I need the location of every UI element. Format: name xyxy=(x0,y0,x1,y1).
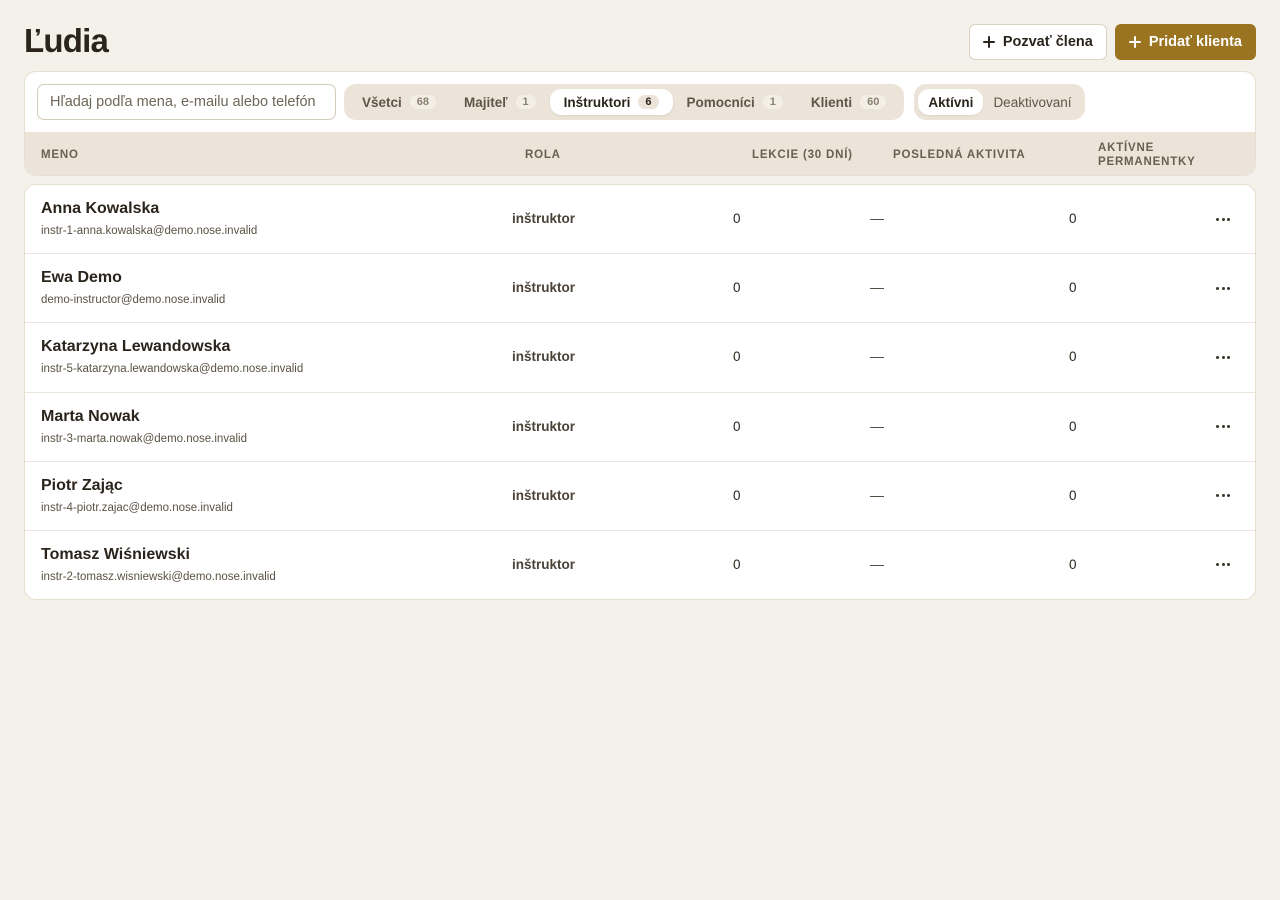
person-role: inštruktor xyxy=(512,280,576,296)
tab-instructors[interactable]: Inštruktori 6 xyxy=(549,89,673,115)
active-passes-count: 0 xyxy=(1069,280,1077,296)
search-input[interactable] xyxy=(37,84,336,120)
table-row[interactable]: Anna Kowalska instr-1-anna.kowalska@demo… xyxy=(25,185,1255,255)
column-header-role[interactable]: ROLA xyxy=(525,148,561,162)
tab-all[interactable]: Všetci 68 xyxy=(348,89,450,115)
header-actions: Pozvať člena Pridať klienta xyxy=(968,24,1256,60)
active-passes-count: 0 xyxy=(1069,556,1077,572)
plus-icon xyxy=(1128,36,1141,48)
person-role: inštruktor xyxy=(512,418,576,434)
filter-card: Všetci 68 Majiteľ 1 Inštruktori 6 Pomocn… xyxy=(24,71,1256,176)
tab-owner[interactable]: Majiteľ 1 xyxy=(450,89,550,115)
people-table: Anna Kowalska instr-1-anna.kowalska@demo… xyxy=(24,184,1256,600)
person-name[interactable]: Tomasz Wiśniewski xyxy=(41,546,190,564)
person-email: instr-4-piotr.zajac@demo.nose.invalid xyxy=(41,501,233,514)
person-email: instr-3-marta.nowak@demo.nose.invalid xyxy=(41,432,247,445)
person-role: inštruktor xyxy=(512,349,576,365)
tab-active[interactable]: Aktívni xyxy=(918,89,984,115)
person-email: instr-2-tomasz.wisniewski@demo.nose.inva… xyxy=(41,570,276,583)
tab-count-badge: 1 xyxy=(515,95,536,109)
more-horizontal-icon[interactable] xyxy=(1208,555,1238,575)
more-horizontal-icon[interactable] xyxy=(1208,347,1238,367)
column-header-active-passes[interactable]: AKTÍVNE PERMANENTKY xyxy=(1098,141,1196,169)
plus-icon xyxy=(982,36,995,48)
table-header: MENO ROLA LEKCIE (30 DNÍ) POSLEDNÁ AKTIV… xyxy=(25,132,1255,175)
status-tabs: Aktívni Deaktivovaní xyxy=(914,84,1086,120)
table-row[interactable]: Tomasz Wiśniewski instr-2-tomasz.wisniew… xyxy=(25,531,1255,599)
person-name[interactable]: Piotr Zając xyxy=(41,477,123,495)
more-horizontal-icon[interactable] xyxy=(1208,417,1238,437)
last-activity: — xyxy=(870,348,884,365)
more-horizontal-icon[interactable] xyxy=(1208,209,1238,229)
filter-row: Všetci 68 Majiteľ 1 Inštruktori 6 Pomocn… xyxy=(37,84,1086,120)
tab-deactivated[interactable]: Deaktivovaní xyxy=(983,89,1081,115)
last-activity: — xyxy=(870,486,884,503)
add-client-label: Pridať klienta xyxy=(1148,34,1242,50)
person-email: instr-5-katarzyna.lewandowska@demo.nose.… xyxy=(41,363,304,376)
last-activity: — xyxy=(870,210,884,226)
tab-count-badge: 68 xyxy=(409,95,437,109)
last-activity: — xyxy=(870,555,884,572)
person-role: inštruktor xyxy=(512,556,576,572)
tab-count-badge: 6 xyxy=(638,95,659,109)
more-horizontal-icon[interactable] xyxy=(1208,278,1238,298)
person-email: instr-1-anna.kowalska@demo.nose.invalid xyxy=(41,225,258,237)
lessons-count: 0 xyxy=(733,280,741,296)
tab-helpers[interactable]: Pomocníci 1 xyxy=(673,89,797,115)
last-activity: — xyxy=(870,417,884,434)
table-row[interactable]: Ewa Demo demo-instructor@demo.nose.inval… xyxy=(25,254,1255,324)
more-horizontal-icon[interactable] xyxy=(1208,486,1238,506)
invite-member-button[interactable]: Pozvať člena xyxy=(968,24,1107,60)
lessons-count: 0 xyxy=(733,556,741,572)
person-role: inštruktor xyxy=(512,487,576,503)
lessons-count: 0 xyxy=(733,418,741,434)
role-tabs: Všetci 68 Majiteľ 1 Inštruktori 6 Pomocn… xyxy=(344,84,905,120)
lessons-count: 0 xyxy=(733,349,741,365)
person-name[interactable]: Anna Kowalska xyxy=(41,200,159,218)
page-title: Ľudia xyxy=(24,22,109,59)
lessons-count: 0 xyxy=(733,211,741,226)
table-row[interactable]: Piotr Zając instr-4-piotr.zajac@demo.nos… xyxy=(25,462,1255,531)
active-passes-count: 0 xyxy=(1069,349,1077,365)
add-client-button[interactable]: Pridať klienta xyxy=(1114,24,1256,60)
tab-count-badge: 1 xyxy=(762,95,783,109)
table-row[interactable]: Marta Nowak instr-3-marta.nowak@demo.nos… xyxy=(25,393,1255,462)
lessons-count: 0 xyxy=(733,487,741,503)
active-passes-count: 0 xyxy=(1069,487,1077,503)
column-header-name[interactable]: MENO xyxy=(41,148,79,162)
person-name[interactable]: Ewa Demo xyxy=(41,269,122,287)
person-name[interactable]: Marta Nowak xyxy=(41,408,140,426)
active-passes-count: 0 xyxy=(1069,418,1077,434)
person-name[interactable]: Katarzyna Lewandowska xyxy=(41,338,230,356)
person-role: inštruktor xyxy=(512,211,576,226)
invite-member-label: Pozvať člena xyxy=(1002,34,1093,50)
last-activity: — xyxy=(870,279,884,296)
column-header-last-activity[interactable]: POSLEDNÁ AKTIVITA xyxy=(893,148,1025,162)
tab-clients[interactable]: Klienti 60 xyxy=(797,89,901,115)
active-passes-count: 0 xyxy=(1069,211,1077,226)
person-email: demo-instructor@demo.nose.invalid xyxy=(41,294,226,307)
tab-count-badge: 60 xyxy=(860,95,887,109)
table-row[interactable]: Katarzyna Lewandowska instr-5-katarzyna.… xyxy=(25,323,1255,393)
column-header-lessons[interactable]: LEKCIE (30 DNÍ) xyxy=(752,148,853,162)
